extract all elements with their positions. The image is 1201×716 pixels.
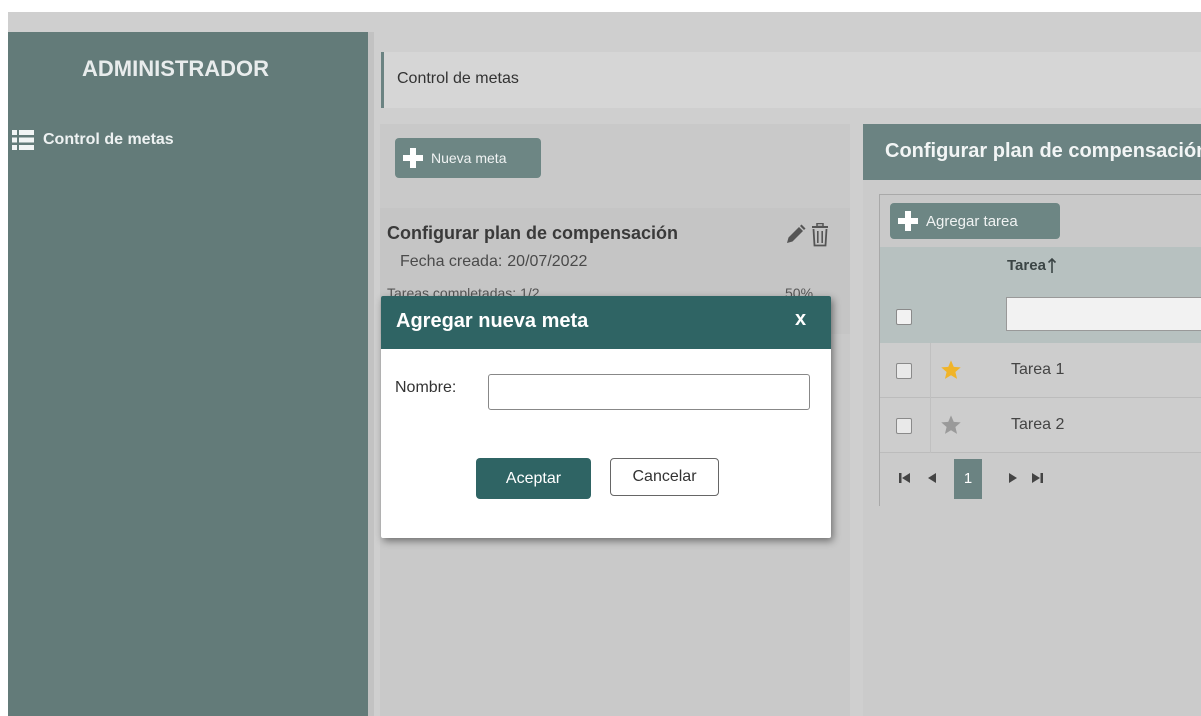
column-divider [930, 398, 931, 453]
accept-button[interactable]: Aceptar [476, 458, 591, 499]
close-button[interactable]: x [795, 308, 806, 331]
dialog-header: Agregar nueva meta x [381, 296, 831, 349]
task-name: Tarea 2 [1011, 416, 1065, 433]
goal-detail-panel: Configurar plan de compensación Agregar … [863, 124, 1201, 716]
table-row[interactable]: Tarea 2 [880, 398, 1201, 453]
dialog-title: Agregar nueva meta [396, 310, 589, 332]
table-row[interactable]: Tarea 1 [880, 343, 1201, 398]
goal-date: Fecha creada: 20/07/2022 [400, 253, 587, 271]
star-outline-icon[interactable] [940, 414, 962, 436]
name-input[interactable] [488, 374, 810, 410]
sidebar-item-control-de-metas[interactable]: Control de metas [12, 130, 174, 150]
detail-title: Configurar plan de compensación [863, 124, 1201, 180]
goal-title: Configurar plan de compensación [387, 223, 679, 243]
next-page-icon[interactable] [1007, 467, 1019, 489]
new-goal-label: Nueva meta [431, 150, 507, 166]
column-divider [930, 343, 931, 398]
name-field-label: Nombre: [395, 379, 457, 396]
list-icon [12, 130, 34, 150]
new-goal-button[interactable]: Nueva meta [395, 138, 541, 178]
first-page-icon[interactable] [898, 467, 912, 489]
plus-icon [898, 211, 918, 231]
goal-date-label: Fecha creada: [400, 253, 503, 270]
breadcrumb: Control de metas [381, 52, 1201, 108]
task-filter-input[interactable] [1006, 297, 1201, 331]
task-name: Tarea 1 [1011, 361, 1065, 378]
sidebar-item-label: Control de metas [43, 131, 174, 148]
add-task-button[interactable]: Agregar tarea [890, 203, 1060, 239]
page-number-current[interactable]: 1 [954, 459, 982, 499]
star-filled-icon[interactable] [940, 359, 962, 381]
app-top-bar [8, 12, 1201, 32]
main-divider [368, 32, 374, 716]
trash-icon[interactable] [810, 222, 830, 247]
plus-icon [403, 148, 423, 168]
row-checkbox[interactable] [896, 363, 912, 379]
add-task-label: Agregar tarea [926, 212, 1018, 230]
tasks-grid: Agregar tarea Tarea Tarea 1 Tarea 2 1 [879, 194, 1201, 507]
new-goal-dialog: Agregar nueva meta x Nombre: Aceptar Can… [381, 296, 831, 538]
row-checkbox[interactable] [896, 418, 912, 434]
top-strip [0, 0, 1201, 12]
goal-date-value: 20/07/2022 [507, 253, 588, 270]
cancel-button[interactable]: Cancelar [610, 458, 719, 496]
previous-page-icon[interactable] [926, 467, 938, 489]
sidebar-title: ADMINISTRADOR [82, 56, 269, 81]
pager: 1 [880, 453, 1201, 507]
grid-header: Tarea [880, 247, 1201, 343]
sort-ascending-icon[interactable] [1046, 257, 1058, 275]
pencil-icon[interactable] [784, 224, 806, 246]
column-header-tarea[interactable]: Tarea [1007, 257, 1046, 274]
select-all-checkbox[interactable] [896, 309, 912, 325]
last-page-icon[interactable] [1030, 467, 1044, 489]
sidebar: ADMINISTRADOR Control de metas [8, 32, 368, 716]
